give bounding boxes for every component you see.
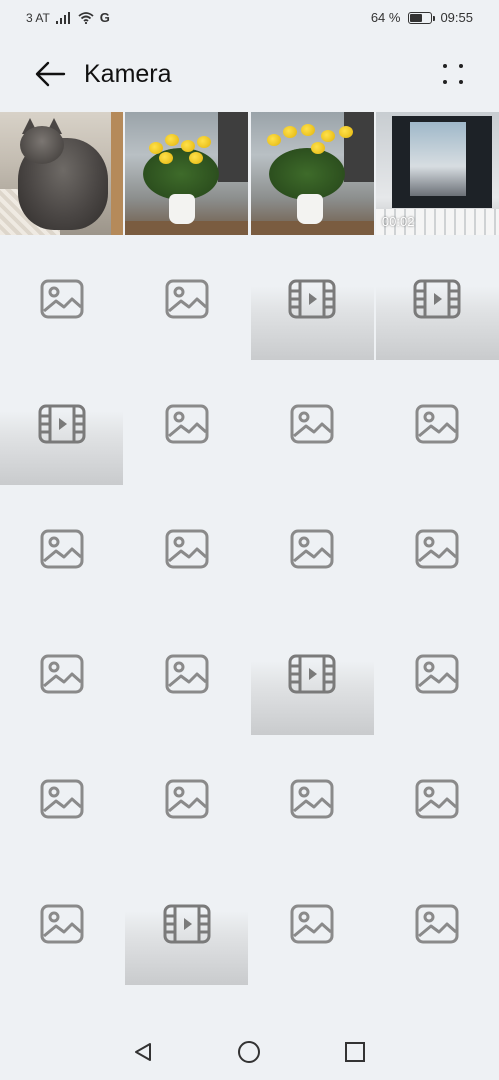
media-tile-video-loading[interactable] [250, 612, 374, 735]
status-bar: 3 AT G 64 % 09:55 [0, 0, 499, 36]
image-placeholder-icon [165, 529, 209, 568]
flowers-photo [250, 112, 374, 235]
media-tile-image-loading[interactable] [125, 362, 249, 485]
media-tile-video-loading[interactable] [250, 237, 374, 360]
media-tile-video-loading[interactable] [125, 862, 249, 985]
back-button[interactable] [30, 56, 70, 92]
arrow-left-icon [35, 61, 66, 87]
app-header: Kamera [0, 44, 499, 106]
video-placeholder-icon [288, 654, 336, 694]
battery-percent: 64 % [370, 10, 401, 25]
image-placeholder-icon [415, 404, 459, 443]
battery-icon [408, 11, 436, 24]
media-tile-photo[interactable] [250, 112, 374, 235]
video-placeholder-icon [38, 404, 85, 444]
media-tile-image-loading[interactable] [375, 487, 499, 610]
carrier-label: 3 AT [26, 10, 50, 25]
media-tile-image-loading[interactable] [125, 612, 249, 735]
media-tile-image-loading[interactable] [250, 862, 374, 985]
media-tile-image-loading[interactable] [0, 237, 123, 360]
image-placeholder-icon [40, 779, 83, 818]
media-tile-image-loading[interactable] [375, 362, 499, 485]
media-tile-image-loading[interactable] [375, 737, 499, 860]
media-tile-image-loading[interactable] [0, 737, 123, 860]
media-tile-image-loading[interactable] [0, 487, 123, 610]
image-placeholder-icon [165, 404, 209, 443]
image-placeholder-icon [165, 279, 209, 318]
clock: 09:55 [440, 10, 473, 25]
media-tile-image-loading[interactable] [125, 487, 249, 610]
cat-photo [0, 112, 123, 235]
status-left: 3 AT G [26, 10, 110, 25]
video-placeholder-icon [288, 279, 336, 319]
system-nav-bar [0, 1024, 499, 1080]
media-tile-image-loading[interactable] [0, 612, 123, 735]
media-tile-video[interactable]: 00:02 [375, 112, 499, 235]
flowers-photo [125, 112, 249, 235]
media-tile-image-loading[interactable] [125, 237, 249, 360]
media-tile-image-loading[interactable] [250, 737, 374, 860]
media-tile-photo[interactable] [0, 112, 123, 235]
image-placeholder-icon [415, 904, 459, 943]
nav-recents-button[interactable] [341, 1038, 369, 1066]
image-placeholder-icon [290, 779, 334, 818]
media-tile-image-loading[interactable] [250, 362, 374, 485]
square-recents-icon [345, 1042, 365, 1062]
image-placeholder-icon [40, 279, 83, 318]
image-placeholder-icon [415, 654, 459, 693]
media-tile-image-loading[interactable] [375, 862, 499, 985]
media-tile-video-loading[interactable] [0, 362, 123, 485]
image-placeholder-icon [415, 529, 459, 568]
video-duration: 00:02 [381, 214, 415, 229]
media-tile-image-loading[interactable] [250, 487, 374, 610]
screen-video-thumbnail: 00:02 [375, 112, 499, 235]
signal-icon [55, 11, 72, 24]
media-tile-image-loading[interactable] [375, 612, 499, 735]
media-tile-image-loading[interactable] [125, 737, 249, 860]
media-tile-video-loading[interactable] [375, 237, 499, 360]
image-placeholder-icon [40, 904, 83, 943]
image-placeholder-icon [290, 529, 334, 568]
image-placeholder-icon [40, 529, 83, 568]
image-placeholder-icon [165, 779, 209, 818]
media-tile-image-loading[interactable] [0, 862, 123, 985]
nav-back-button[interactable] [129, 1038, 157, 1066]
image-placeholder-icon [40, 654, 83, 693]
circle-home-icon [238, 1041, 260, 1063]
nav-home-button[interactable] [235, 1038, 263, 1066]
image-placeholder-icon [290, 904, 334, 943]
video-placeholder-icon [413, 279, 461, 319]
image-placeholder-icon [165, 654, 209, 693]
triangle-back-icon [135, 1043, 151, 1061]
image-placeholder-icon [415, 779, 459, 818]
media-tile-photo[interactable] [125, 112, 249, 235]
network-type-label: G [99, 10, 110, 25]
wifi-icon [78, 11, 94, 24]
page-title: Kamera [84, 60, 172, 88]
image-placeholder-icon [290, 404, 334, 443]
status-right: 64 % 09:55 [371, 10, 473, 25]
media-grid: 00:02 [0, 112, 499, 985]
more-options-button[interactable] [437, 58, 469, 90]
video-placeholder-icon [163, 904, 211, 944]
